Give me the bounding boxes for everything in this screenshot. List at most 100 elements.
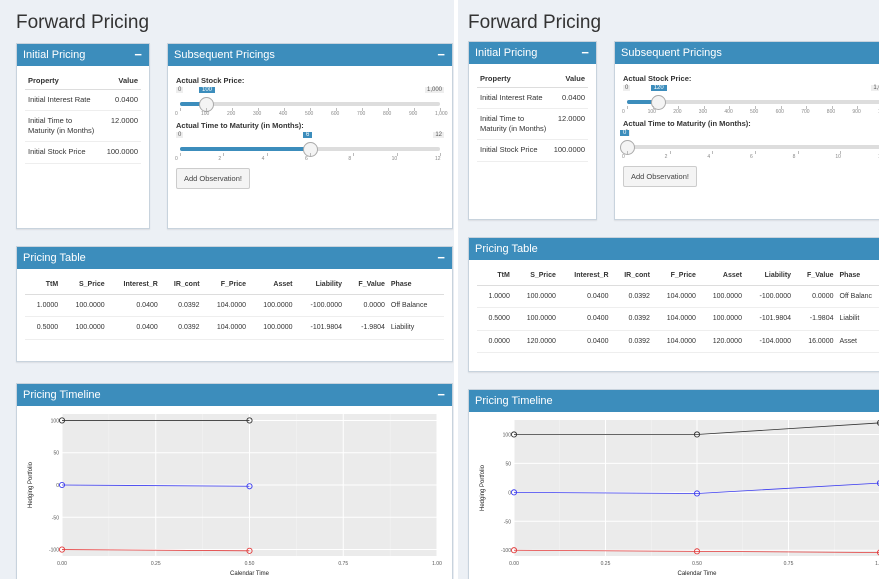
column-header[interactable]: F_Price: [652, 266, 699, 286]
slider-tick: [797, 151, 799, 154]
column-header: Value: [550, 70, 588, 88]
add-observation-button[interactable]: Add Observation!: [176, 168, 250, 189]
initial-pricing-box: Initial Pricing − Property Value Initial…: [16, 43, 150, 229]
table-cell: 0.0392: [611, 285, 653, 309]
column-header[interactable]: TtM: [477, 266, 513, 286]
slider-tick-label: 0: [175, 156, 178, 162]
table-row: 0.5000 100.0000 0.0400 0.0392 104.0000 100.00…: [25, 316, 444, 340]
table-cell: -101.9804: [744, 307, 795, 331]
box-title: Initial Pricing: [23, 49, 86, 61]
slider-tick-label: 1,000: [435, 111, 448, 117]
property-cell: Initial Stock Price: [477, 139, 551, 162]
slider-tick-label: 400: [279, 111, 288, 117]
stock-price-slider[interactable]: 01,0012001002003004005006007008009001,00: [622, 85, 879, 115]
column-header[interactable]: F_Value: [345, 275, 388, 295]
column-header[interactable]: Interest_R: [107, 275, 161, 295]
column-header[interactable]: Asset: [698, 266, 745, 286]
pricing-timeline-box: Pricing Timeline − 0.00 0.25 0.50 0.75 1.00 1…: [16, 383, 453, 579]
column-header[interactable]: TtM: [25, 275, 62, 295]
table-cell: 100.0000: [249, 294, 296, 318]
value-cell: 12.0000: [550, 108, 588, 141]
y-tick-label: -100: [49, 548, 59, 554]
slider-tick-label: 2: [664, 154, 668, 160]
slider-tick-label: 4: [261, 156, 265, 162]
column-header[interactable]: IR_cont: [160, 275, 203, 295]
table-cell: 104.0000: [652, 330, 699, 354]
box-title: Initial Pricing: [475, 47, 538, 59]
y-tick-label: 0: [508, 490, 511, 496]
x-tick-label: 0.50: [245, 561, 255, 567]
slider-tick-label: 4: [707, 154, 711, 160]
slider-tick: [310, 153, 311, 156]
collapse-icon[interactable]: −: [134, 44, 142, 66]
slider-tick-label: 100: [201, 111, 210, 117]
slider-tick-label: 500: [305, 111, 314, 117]
column-header[interactable]: Phase: [387, 275, 444, 295]
maturity-label: Actual Time to Maturity (in Months):: [623, 119, 751, 128]
table-cell: 0.0400: [107, 294, 161, 318]
table-cell: 0.5000: [25, 316, 62, 340]
table-row: 1.0000 100.0000 0.0400 0.0392 104.0000 100.00…: [25, 294, 444, 318]
table-cell: 104.0000: [652, 285, 699, 309]
column-header[interactable]: Phase: [836, 266, 879, 286]
slider-tick-label: 100: [647, 109, 656, 115]
table-cell: 100.0000: [249, 316, 296, 340]
x-tick-label: 0.50: [692, 561, 702, 567]
maturity-slider[interactable]: 01002468101: [620, 130, 879, 160]
table-cell: -1.9804: [794, 307, 837, 331]
pricing-table: TtM S_Price Interest_R IR_cont F_Price Asset L…: [25, 275, 444, 340]
column-header[interactable]: IR_cont: [611, 266, 653, 286]
box-title: Pricing Table: [23, 252, 86, 264]
table-cell: 0.0400: [558, 307, 612, 331]
slider-tick-label: 900: [409, 111, 418, 117]
slider-tick-label: 600: [331, 111, 340, 117]
page-title: Forward Pricing: [468, 12, 602, 33]
initial-pricing-box: Initial Pricing − Property Value Initial…: [468, 41, 597, 220]
table-cell: 104.0000: [202, 316, 250, 340]
column-header[interactable]: Asset: [249, 275, 296, 295]
collapse-icon[interactable]: −: [437, 384, 445, 406]
table-cell: 0.0400: [558, 330, 612, 354]
slider-tick: [755, 151, 756, 154]
maturity-slider[interactable]: 0 12 6 0 2 4 6 8 10 12: [175, 132, 444, 162]
slider-tick-label: 200: [227, 111, 236, 117]
table-cell: 120.0000: [698, 330, 745, 354]
column-header[interactable]: F_Value: [794, 266, 837, 286]
collapse-icon[interactable]: −: [581, 42, 589, 64]
table-cell: 16.0000: [794, 330, 837, 354]
column-header[interactable]: Liability: [295, 275, 346, 295]
table-cell: 0.0000: [477, 330, 513, 354]
slider-tick-label: 0: [622, 154, 625, 160]
column-header[interactable]: S_Price: [61, 275, 108, 295]
slider-ticks: 0 100 200 300 400 500 600 700 800 900 1,000: [175, 108, 448, 117]
column-header[interactable]: F_Price: [202, 275, 250, 295]
table-cell: 0.0000: [794, 285, 837, 309]
property-cell: Initial Time to Maturity (in Months): [25, 110, 104, 143]
slider-tick-label: 8: [348, 156, 352, 162]
column-header[interactable]: Interest_R: [558, 266, 612, 286]
left-pane: Forward Pricing Initial Pricing − Proper…: [0, 0, 454, 579]
collapse-icon[interactable]: −: [437, 247, 445, 269]
y-tick-label: -50: [504, 519, 511, 525]
slider-tick-label: 300: [253, 111, 262, 117]
x-tick-label: 1.00: [875, 561, 879, 567]
collapse-icon[interactable]: −: [437, 44, 445, 66]
slider-track: [180, 102, 440, 106]
column-header[interactable]: S_Price: [512, 266, 559, 286]
table-cell: 100.0000: [512, 307, 559, 331]
stock-price-slider[interactable]: 0 1,000 100 0 100 200 300 400 500 600 700 800 900 1,0…: [175, 87, 448, 117]
slider-max-label: 12: [433, 132, 444, 138]
slider-tick-label: 12: [435, 156, 441, 162]
column-header[interactable]: Liability: [744, 266, 795, 286]
slider-tick-label: 600: [775, 109, 784, 115]
table-cell: 100.0000: [512, 285, 559, 309]
slider-tick: [353, 153, 355, 156]
add-observation-button[interactable]: Add Observation!: [623, 166, 697, 187]
slider-tick: [223, 153, 225, 156]
slider-tick-label: 10: [835, 154, 841, 160]
pricing-table: TtM S_Price Interest_R IR_cont F_Price Asset L…: [477, 266, 879, 354]
pricing-timeline-header: Pricing Timeline −: [17, 384, 452, 406]
table-cell: -104.0000: [744, 330, 795, 354]
pricing-table-box: Pricing Table − TtMS_PriceInterest_RIR_c…: [468, 237, 879, 372]
table-cell: -100.0000: [295, 294, 346, 318]
